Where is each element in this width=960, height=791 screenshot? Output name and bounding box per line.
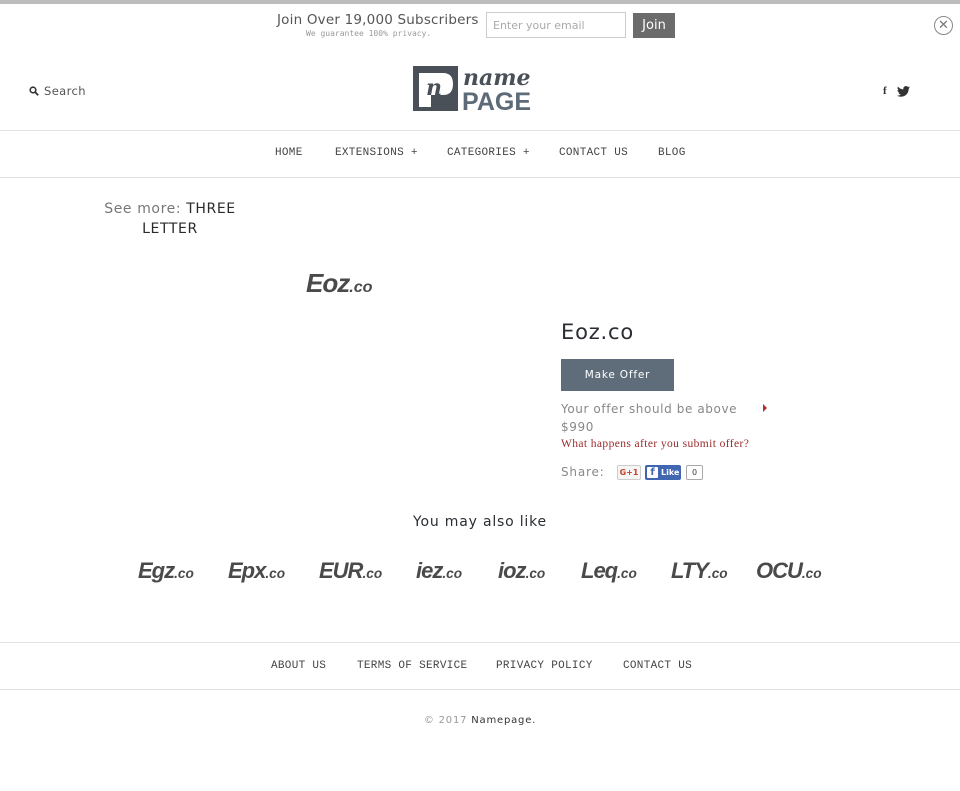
privacy-note: We guarantee 100% privacy. — [306, 29, 432, 38]
related-domain-name: OCU — [756, 558, 803, 583]
make-offer-button[interactable]: Make Offer — [561, 359, 674, 391]
copyright-prefix: © 2017 — [423, 715, 468, 726]
related-domain-tld: .co — [442, 566, 463, 581]
footer-about-us[interactable]: ABOUT US — [271, 660, 326, 672]
related-domain-tld: .co — [525, 566, 546, 581]
nav-blog[interactable]: BLOG — [658, 147, 686, 159]
related-domain-name: iez — [416, 558, 443, 583]
domain-logo-name: Eoz — [306, 268, 350, 298]
facebook-like-button[interactable]: f Like — [645, 465, 681, 480]
email-input[interactable] — [486, 12, 626, 38]
search-icon — [29, 86, 39, 96]
related-domain-tld: .co — [265, 566, 286, 581]
footer-privacy-policy[interactable]: PRIVACY POLICY — [496, 660, 593, 672]
related-domain[interactable]: OCU.co — [756, 558, 822, 584]
related-domain-name: Epx — [228, 558, 266, 583]
related-title: You may also like — [413, 514, 547, 530]
related-domain-name: Egz — [138, 558, 175, 583]
domain-logo-tld: .co — [349, 278, 373, 296]
facebook-like-label: Like — [661, 468, 680, 477]
nav-home[interactable]: HOME — [275, 147, 303, 159]
product-title: Eoz.co — [561, 320, 635, 344]
footer-terms-of-service[interactable]: TERMS OF SERVICE — [357, 660, 467, 672]
related-domain[interactable]: EUR.co — [319, 558, 382, 584]
see-more: See more: THREE LETTER — [100, 199, 240, 239]
top-accent-bar — [0, 0, 960, 4]
related-domain-name: LTY — [671, 558, 709, 583]
facebook-icon[interactable]: f — [883, 85, 887, 97]
nav-extensions[interactable]: EXTENSIONS + — [335, 147, 418, 159]
close-icon[interactable]: ✕ — [934, 16, 953, 35]
subscribe-title: Join Over 19,000 Subscribers — [277, 12, 479, 28]
join-button[interactable]: Join — [633, 13, 675, 38]
search-label: Search — [44, 84, 86, 98]
related-domain[interactable]: Leq.co — [581, 558, 637, 584]
copyright-site-link[interactable]: Namepage. — [471, 715, 536, 726]
facebook-icon: f — [647, 467, 658, 478]
nav-contact-us[interactable]: CONTACT US — [559, 147, 628, 159]
social-links: f — [883, 85, 910, 97]
related-domain[interactable]: Epx.co — [228, 558, 285, 584]
related-domain[interactable]: iez.co — [416, 558, 462, 584]
see-more-label: See more: — [104, 201, 182, 217]
what-happens-link[interactable]: What happens after you submit offer? — [561, 438, 749, 450]
footer-contact-us[interactable]: CONTACT US — [623, 660, 692, 672]
related-domain-tld: .co — [707, 566, 728, 581]
related-domain[interactable]: ioz.co — [498, 558, 545, 584]
related-domain-name: Leq — [581, 558, 618, 583]
related-domain-tld: .co — [174, 566, 194, 581]
facebook-like-count: 0 — [686, 465, 703, 480]
main-nav: HOME EXTENSIONS + CATEGORIES + CONTACT U… — [0, 130, 960, 178]
offer-minimum-note: Your offer should be above $990 — [561, 402, 738, 434]
related-domain-name: EUR — [319, 558, 363, 583]
site-logo[interactable]: n name PAGE — [413, 65, 549, 112]
related-domain-name: ioz — [498, 558, 527, 583]
share-label: Share: — [561, 465, 605, 479]
logo-page-text: PAGE — [462, 88, 531, 112]
related-domain-tld: .co — [362, 566, 383, 581]
related-domain[interactable]: Egz.co — [138, 558, 194, 584]
google-plus-button[interactable]: G+1 — [617, 465, 641, 480]
related-domain-tld: .co — [801, 566, 822, 581]
logo-mark-letter: n — [426, 75, 442, 101]
search-link[interactable]: Search — [29, 84, 86, 98]
caret-right-icon[interactable] — [763, 404, 767, 412]
twitter-icon[interactable] — [896, 85, 910, 97]
footer-nav: ABOUT US TERMS OF SERVICE PRIVACY POLICY… — [0, 642, 960, 690]
domain-logo-image: Eoz.co — [306, 268, 373, 299]
related-domain[interactable]: LTY.co — [671, 558, 728, 584]
copyright: © 2017 Namepage. — [0, 715, 960, 726]
related-domain-tld: .co — [617, 566, 637, 581]
nav-categories[interactable]: CATEGORIES + — [447, 147, 530, 159]
